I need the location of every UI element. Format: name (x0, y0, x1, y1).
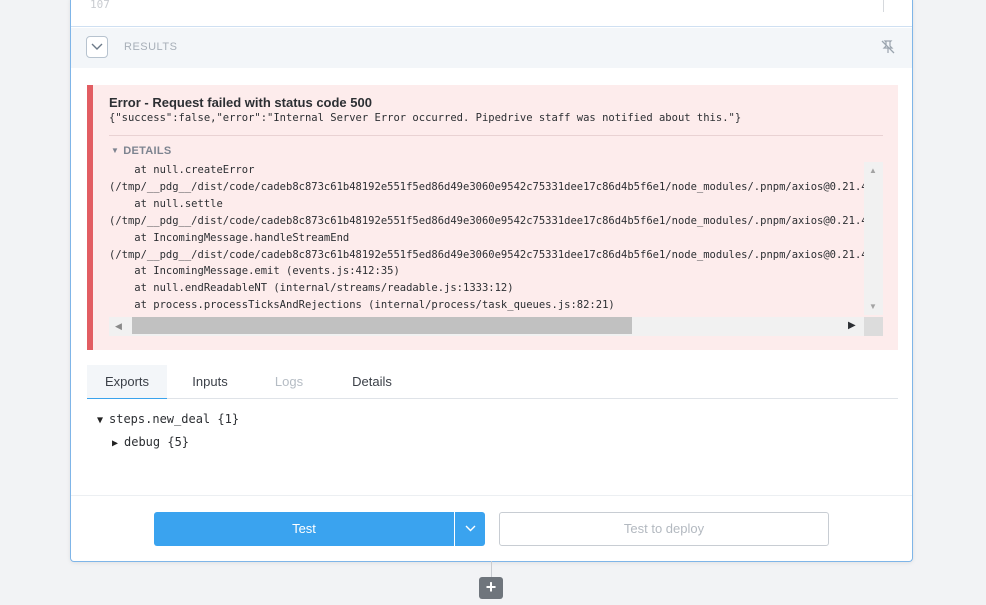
step-card: 107 RESULTS Error - Request failed with … (70, 0, 913, 562)
stack-trace-line: (/tmp/__pdg__/dist/code/cadeb8c873c61b48… (109, 180, 874, 193)
stack-trace: at null.createError (/tmp/__pdg__/dist/co… (109, 162, 880, 336)
results-label: RESULTS (124, 41, 178, 53)
stack-trace-line: (/tmp/__pdg__/dist/code/cadeb8c873c61b48… (109, 248, 874, 261)
error-divider (109, 135, 883, 136)
collapse-results-button[interactable] (86, 36, 108, 58)
stack-trace-line: at process.processTicksAndRejections (in… (109, 299, 615, 312)
details-label: DETAILS (123, 145, 172, 157)
tab-details[interactable]: Details (337, 365, 407, 399)
stack-trace-line: at IncomingMessage.handleStreamEnd (109, 231, 350, 244)
vertical-scrollbar[interactable]: ▲ ▼ (864, 162, 883, 315)
editor-scrollbar[interactable] (883, 0, 884, 12)
tree-node-count: {1} (217, 412, 240, 426)
results-tabs: Exports Inputs Logs Details (87, 365, 898, 399)
step-connector-line (491, 561, 492, 577)
chevron-down-icon (465, 525, 476, 532)
exports-tree: ▼ steps.new_deal {1} ▶ debug {5} (97, 410, 239, 456)
scroll-left-icon[interactable]: ◀ (115, 321, 122, 332)
stack-trace-line: at null.settle (109, 197, 223, 210)
tree-node-label: steps.new_deal (109, 412, 211, 426)
unpin-icon[interactable] (880, 39, 896, 60)
scrollbar-corner (864, 317, 883, 336)
action-footer: Test Test to deploy (71, 495, 912, 561)
line-number: 107 (90, 0, 110, 11)
tree-node-label: debug (124, 435, 161, 449)
stack-trace-text: at null.createError (/tmp/__pdg__/dist/co… (109, 162, 880, 314)
details-toggle[interactable]: ▼ DETAILS (111, 145, 172, 157)
stack-trace-line: at null.endReadableNT (internal/streams/… (109, 282, 514, 295)
triangle-down-icon: ▼ (111, 146, 120, 155)
results-header: RESULTS (71, 28, 912, 68)
error-body: {"success":false,"error":"Internal Serve… (109, 112, 742, 124)
tab-inputs[interactable]: Inputs (175, 365, 245, 399)
code-editor-strip[interactable]: 107 (71, 0, 912, 27)
test-to-deploy-button[interactable]: Test to deploy (499, 512, 829, 546)
tab-logs[interactable]: Logs (259, 365, 319, 399)
tree-node-debug[interactable]: ▶ debug {5} (97, 433, 239, 456)
stack-trace-line: at null.createError (109, 164, 255, 176)
scroll-right-icon[interactable]: ▶ (848, 320, 856, 331)
tree-node-count: {5} (167, 435, 190, 449)
add-step-button[interactable]: + (479, 577, 503, 599)
stack-trace-line: at IncomingMessage.emit (events.js:412:3… (109, 265, 400, 278)
test-button[interactable]: Test (154, 512, 454, 546)
scroll-up-icon[interactable]: ▲ (869, 166, 877, 175)
horizontal-scrollbar[interactable]: ◀ ▶ (109, 317, 883, 336)
stack-trace-line: (/tmp/__pdg__/dist/code/cadeb8c873c61b48… (109, 214, 874, 227)
error-panel: Error - Request failed with status code … (87, 85, 898, 350)
scrollbar-thumb[interactable] (132, 317, 632, 334)
tab-exports[interactable]: Exports (87, 365, 167, 399)
error-title: Error - Request failed with status code … (109, 95, 372, 110)
tree-node-root[interactable]: ▼ steps.new_deal {1} (97, 410, 239, 433)
scroll-down-icon[interactable]: ▼ (869, 302, 877, 311)
triangle-right-icon: ▶ (112, 438, 119, 449)
chevron-down-icon (91, 43, 103, 50)
triangle-down-icon: ▼ (97, 415, 104, 426)
test-options-dropdown[interactable] (454, 512, 485, 546)
